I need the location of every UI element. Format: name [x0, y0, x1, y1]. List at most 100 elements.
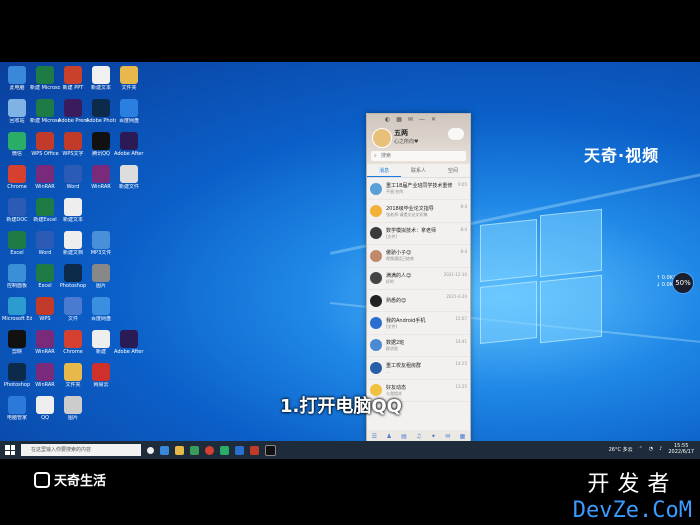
mail-icon[interactable]: ✉ — [408, 116, 413, 123]
conversation-row[interactable]: 重工校友租房群... 14:25 — [367, 357, 470, 380]
desktop-icon[interactable]: 新建文档 — [58, 231, 88, 256]
desktop-icon[interactable]: Photoshop — [2, 363, 32, 388]
conversation-row[interactable]: 重工18届产业班同学技术重修 平昌:在的 9:05 — [367, 178, 470, 201]
tab-messages[interactable]: 消息 — [367, 166, 402, 177]
tray-arrow-icon[interactable]: ⌃ — [639, 446, 643, 452]
desktop-icon[interactable]: Word — [30, 231, 60, 256]
desktop-icon[interactable]: 剪映 — [2, 330, 32, 355]
taskbar-search-input[interactable]: 在这里输入你要搜索的内容 — [21, 444, 141, 456]
desktop-icon[interactable]: 此电脑 — [2, 66, 32, 91]
conversation-row[interactable]: 傲骄小子😊 视频通话已结束 8-4 — [367, 245, 470, 268]
desktop-icon[interactable]: 文件 — [58, 297, 88, 322]
wechat-icon[interactable] — [220, 445, 229, 455]
task-view-icon[interactable] — [160, 445, 169, 455]
conversation-row[interactable]: 满满的人😊 好的 2021-12-10 — [367, 268, 470, 290]
tab-space[interactable]: 空间 — [436, 166, 470, 177]
desktop-icon[interactable]: 图片 — [86, 264, 116, 289]
desktop-icon[interactable]: Adobe Premiere — [58, 99, 88, 124]
mail-icon[interactable]: ✉ — [445, 433, 450, 440]
desktop-icon[interactable]: WinRAR — [30, 363, 60, 388]
weather-text[interactable]: 26°C 多云 — [609, 446, 633, 453]
chrome-icon[interactable] — [205, 445, 214, 455]
wps-icon[interactable] — [250, 445, 259, 455]
desktop-icon[interactable]: 腾讯QQ — [86, 132, 116, 157]
conversation-row[interactable]: 数学模拟技术：拿老师 [文件] 8-4 — [367, 223, 470, 246]
app-icon — [120, 66, 138, 84]
conversation-row[interactable]: 我的Android手机 [文件] 15:07 — [367, 312, 470, 335]
contacts-icon[interactable]: ♟ — [386, 433, 391, 440]
desktop-icon[interactable]: WinRAR — [30, 165, 60, 190]
desktop-icon[interactable]: WPS Office — [30, 132, 60, 157]
desktop-icon-label: Chrome — [63, 349, 83, 355]
file-explorer-icon[interactable] — [175, 445, 184, 455]
desktop-icon[interactable]: 百度网盘 — [86, 297, 116, 322]
desktop-icon[interactable]: Microsoft Edge — [2, 297, 32, 322]
desktop-icon[interactable]: QQ — [30, 396, 60, 421]
word-icon[interactable] — [235, 445, 244, 455]
desktop-icon[interactable]: Adobe After Effects 2022 — [114, 132, 144, 157]
conversation-row[interactable]: 数据2班 群消息 14:41 — [367, 335, 470, 358]
desktop-icon[interactable]: 电脑管家 — [2, 396, 32, 421]
desktop-icon[interactable]: 回收站 — [2, 99, 32, 124]
edge-icon[interactable] — [190, 445, 199, 455]
apps-icon[interactable]: ▦ — [460, 433, 466, 440]
desktop-icon[interactable]: 文件夹 — [58, 363, 88, 388]
desktop-icon[interactable]: 新建Excel — [30, 198, 60, 223]
close-icon[interactable]: ✕ — [431, 116, 436, 123]
qq-search-input[interactable]: ⌕ 搜索 — [371, 151, 466, 161]
desktop-icon[interactable]: 百度网盘 — [114, 99, 144, 124]
message-time: 14:25 — [455, 361, 467, 367]
capcut-icon[interactable] — [265, 444, 276, 456]
desktop-icon[interactable]: WinRAR — [86, 165, 116, 190]
skin-icon[interactable]: ◐ — [385, 116, 390, 123]
desktop-icon[interactable]: 新建 Microsoft Excel — [30, 66, 60, 91]
app-icon[interactable]: ▦ — [396, 116, 402, 123]
desktop-icon[interactable]: 新建 — [86, 330, 116, 355]
minimize-icon[interactable]: — — [419, 116, 425, 123]
desktop-icon[interactable]: 新建文件 — [114, 165, 144, 190]
desktop-icon[interactable]: MP3文件 — [86, 231, 116, 256]
desktop-icon[interactable]: Word — [58, 165, 88, 190]
desktop-icon[interactable]: 新建DOC — [2, 198, 32, 223]
signature[interactable]: 心之所向♥ — [394, 138, 418, 145]
desktop-icon[interactable]: 新建 PPT — [58, 66, 88, 91]
cortana-icon[interactable] — [147, 446, 154, 454]
weather-cloud-icon[interactable] — [448, 128, 464, 140]
file-icon[interactable]: ▤ — [401, 433, 407, 440]
desktop-icon[interactable]: WinRAR — [30, 330, 60, 355]
menu-icon[interactable]: ☰ — [372, 433, 377, 440]
desktop-icon[interactable]: WPS文字 — [58, 132, 88, 157]
music-icon[interactable]: ♫ — [416, 433, 421, 440]
memory-percent: 50% — [672, 272, 694, 294]
avatar[interactable] — [372, 128, 392, 148]
desktop-icon[interactable]: 微信 — [2, 132, 32, 157]
desktop-icon[interactable]: Excel — [30, 264, 60, 289]
desktop-icon[interactable]: Adobe After Effects — [114, 330, 144, 355]
windows-start-icon[interactable] — [5, 445, 15, 455]
desktop-icon[interactable]: Excel — [2, 231, 32, 256]
conversation-row[interactable]: 2018级毕业论文指导 张老师:请提交论文初稿 8-4 — [367, 200, 470, 223]
desktop-icon[interactable]: 控制面板 — [2, 264, 32, 289]
contact-avatar — [370, 227, 382, 240]
app-icon — [36, 264, 54, 282]
volume-icon[interactable]: ♪ — [659, 446, 662, 452]
desktop-icon[interactable]: 网易云 — [86, 363, 116, 388]
desktop-icon[interactable]: 新建 Microsoft Excel — [30, 99, 60, 124]
desktop-icon-label: WinRAR — [35, 184, 55, 190]
conversation-row[interactable]: 熟悉的😊 2021-4-20 — [367, 290, 470, 313]
game-icon[interactable]: ✦ — [431, 433, 436, 440]
desktop-icon[interactable]: 文件夹 — [114, 66, 144, 91]
desktop-icon[interactable]: 新建文本 — [86, 66, 116, 91]
app-icon — [92, 231, 110, 249]
desktop-icon[interactable]: 新建文本 — [58, 198, 88, 223]
clock[interactable]: 15:55 2022/6/17 — [668, 443, 694, 455]
desktop-icon[interactable]: Photoshop — [58, 264, 88, 289]
desktop-icon[interactable]: 图片 — [58, 396, 88, 421]
desktop-icon[interactable]: Chrome — [58, 330, 88, 355]
network-icon[interactable]: ◔ — [649, 446, 653, 452]
desktop-icon[interactable]: Adobe Photoshop — [86, 99, 116, 124]
desktop-icon[interactable]: WPS — [30, 297, 60, 322]
desktop-icon[interactable]: Chrome — [2, 165, 32, 190]
network-speed-widget[interactable]: ↑ 0.0K/s ↓ 0.0K/s 50% — [656, 272, 696, 294]
tab-contacts[interactable]: 联系人 — [401, 166, 435, 177]
